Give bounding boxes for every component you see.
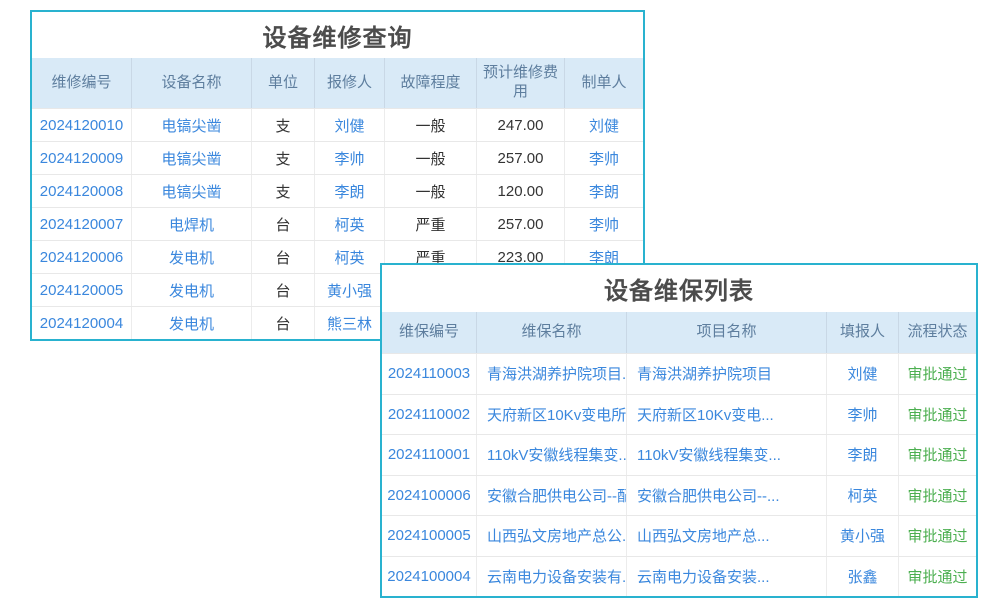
workflow-status-badge: 审批通过 bbox=[899, 395, 976, 435]
equipment-name-link[interactable]: 电焊机 bbox=[132, 208, 252, 240]
creator-link[interactable]: 李朗 bbox=[565, 175, 643, 207]
unit-cell: 台 bbox=[252, 307, 315, 339]
maintenance-name-link[interactable]: 山西弘文房地产总公... bbox=[477, 516, 627, 556]
repair-id-link[interactable]: 2024120004 bbox=[32, 307, 132, 339]
col-header-estimated-cost: 预计维修费用 bbox=[477, 58, 565, 108]
col-header-equipment-name: 设备名称 bbox=[132, 58, 252, 108]
maintenance-id-link[interactable]: 2024110002 bbox=[382, 395, 477, 435]
maintenance-id-link[interactable]: 2024110003 bbox=[382, 354, 477, 394]
col-header-filler: 填报人 bbox=[827, 312, 899, 353]
repair-id-link[interactable]: 2024120010 bbox=[32, 109, 132, 141]
workflow-status-badge: 审批通过 bbox=[899, 435, 976, 475]
unit-cell: 台 bbox=[252, 274, 315, 306]
reporter-link[interactable]: 李帅 bbox=[315, 142, 385, 174]
unit-cell: 支 bbox=[252, 142, 315, 174]
col-header-fault-level: 故障程度 bbox=[385, 58, 477, 108]
maintenance-table-header: 维保编号 维保名称 项目名称 填报人 流程状态 bbox=[382, 312, 976, 353]
table-row: 2024110001 110kV安徽线程集变... 110kV安徽线程集变...… bbox=[382, 434, 976, 475]
workflow-status-badge: 审批通过 bbox=[899, 557, 976, 597]
maintenance-name-link[interactable]: 云南电力设备安装有... bbox=[477, 557, 627, 597]
reporter-link[interactable]: 柯英 bbox=[315, 208, 385, 240]
col-header-unit: 单位 bbox=[252, 58, 315, 108]
maintenance-id-link[interactable]: 2024100004 bbox=[382, 557, 477, 597]
col-header-reporter: 报修人 bbox=[315, 58, 385, 108]
project-name-link[interactable]: 安徽合肥供电公司--... bbox=[627, 476, 827, 516]
creator-link[interactable]: 李帅 bbox=[565, 142, 643, 174]
maintenance-name-link[interactable]: 青海洪湖养护院项目... bbox=[477, 354, 627, 394]
unit-cell: 台 bbox=[252, 241, 315, 273]
col-header-project-name: 项目名称 bbox=[627, 312, 827, 353]
fault-level-cell: 一般 bbox=[385, 142, 477, 174]
repair-id-link[interactable]: 2024120008 bbox=[32, 175, 132, 207]
maintenance-name-link[interactable]: 天府新区10Kv变电所... bbox=[477, 395, 627, 435]
col-header-maintenance-name: 维保名称 bbox=[477, 312, 627, 353]
table-row: 2024120008 电镐尖凿 支 李朗 一般 120.00 李朗 bbox=[32, 174, 643, 207]
reporter-link[interactable]: 熊三林 bbox=[315, 307, 385, 339]
maintenance-name-link[interactable]: 安徽合肥供电公司--配... bbox=[477, 476, 627, 516]
filler-link[interactable]: 张鑫 bbox=[827, 557, 899, 597]
maintenance-list-panel: 设备维保列表 维保编号 维保名称 项目名称 填报人 流程状态 202411000… bbox=[380, 263, 978, 598]
creator-link[interactable]: 李帅 bbox=[565, 208, 643, 240]
table-row: 2024120010 电镐尖凿 支 刘健 一般 247.00 刘健 bbox=[32, 108, 643, 141]
unit-cell: 支 bbox=[252, 109, 315, 141]
unit-cell: 支 bbox=[252, 175, 315, 207]
table-row: 2024100006 安徽合肥供电公司--配... 安徽合肥供电公司--... … bbox=[382, 475, 976, 516]
filler-link[interactable]: 柯英 bbox=[827, 476, 899, 516]
repair-id-link[interactable]: 2024120006 bbox=[32, 241, 132, 273]
reporter-link[interactable]: 黄小强 bbox=[315, 274, 385, 306]
project-name-link[interactable]: 山西弘文房地产总... bbox=[627, 516, 827, 556]
col-header-workflow-status: 流程状态 bbox=[899, 312, 976, 353]
table-row: 2024110003 青海洪湖养护院项目... 青海洪湖养护院项目 刘健 审批通… bbox=[382, 353, 976, 394]
table-row: 2024120007 电焊机 台 柯英 严重 257.00 李帅 bbox=[32, 207, 643, 240]
cost-cell: 120.00 bbox=[477, 175, 565, 207]
table-row: 2024100004 云南电力设备安装有... 云南电力设备安装... 张鑫 审… bbox=[382, 556, 976, 597]
table-row: 2024120009 电镐尖凿 支 李帅 一般 257.00 李帅 bbox=[32, 141, 643, 174]
maintenance-id-link[interactable]: 2024110001 bbox=[382, 435, 477, 475]
reporter-link[interactable]: 柯英 bbox=[315, 241, 385, 273]
maintenance-id-link[interactable]: 2024100006 bbox=[382, 476, 477, 516]
cost-cell: 257.00 bbox=[477, 208, 565, 240]
equipment-name-link[interactable]: 发电机 bbox=[132, 274, 252, 306]
project-name-link[interactable]: 青海洪湖养护院项目 bbox=[627, 354, 827, 394]
repair-id-link[interactable]: 2024120005 bbox=[32, 274, 132, 306]
maintenance-name-link[interactable]: 110kV安徽线程集变... bbox=[477, 435, 627, 475]
maintenance-panel-title: 设备维保列表 bbox=[382, 265, 976, 312]
reporter-link[interactable]: 李朗 bbox=[315, 175, 385, 207]
workflow-status-badge: 审批通过 bbox=[899, 516, 976, 556]
creator-link[interactable]: 刘健 bbox=[565, 109, 643, 141]
equipment-name-link[interactable]: 发电机 bbox=[132, 241, 252, 273]
equipment-name-link[interactable]: 电镐尖凿 bbox=[132, 109, 252, 141]
project-name-link[interactable]: 天府新区10Kv变电... bbox=[627, 395, 827, 435]
filler-link[interactable]: 黄小强 bbox=[827, 516, 899, 556]
reporter-link[interactable]: 刘健 bbox=[315, 109, 385, 141]
table-row: 2024100005 山西弘文房地产总公... 山西弘文房地产总... 黄小强 … bbox=[382, 515, 976, 556]
project-name-link[interactable]: 云南电力设备安装... bbox=[627, 557, 827, 597]
equipment-name-link[interactable]: 发电机 bbox=[132, 307, 252, 339]
col-header-creator: 制单人 bbox=[565, 58, 643, 108]
maintenance-id-link[interactable]: 2024100005 bbox=[382, 516, 477, 556]
equipment-name-link[interactable]: 电镐尖凿 bbox=[132, 175, 252, 207]
workflow-status-badge: 审批通过 bbox=[899, 476, 976, 516]
project-name-link[interactable]: 110kV安徽线程集变... bbox=[627, 435, 827, 475]
col-header-repair-id: 维修编号 bbox=[32, 58, 132, 108]
workflow-status-badge: 审批通过 bbox=[899, 354, 976, 394]
col-header-maintenance-id: 维保编号 bbox=[382, 312, 477, 353]
repair-table-header: 维修编号 设备名称 单位 报修人 故障程度 预计维修费用 制单人 bbox=[32, 58, 643, 108]
cost-cell: 247.00 bbox=[477, 109, 565, 141]
fault-level-cell: 一般 bbox=[385, 109, 477, 141]
equipment-name-link[interactable]: 电镐尖凿 bbox=[132, 142, 252, 174]
filler-link[interactable]: 李帅 bbox=[827, 395, 899, 435]
repair-id-link[interactable]: 2024120007 bbox=[32, 208, 132, 240]
repair-panel-title: 设备维修查询 bbox=[32, 12, 643, 58]
fault-level-cell: 严重 bbox=[385, 208, 477, 240]
fault-level-cell: 一般 bbox=[385, 175, 477, 207]
cost-cell: 257.00 bbox=[477, 142, 565, 174]
filler-link[interactable]: 刘健 bbox=[827, 354, 899, 394]
table-row: 2024110002 天府新区10Kv变电所... 天府新区10Kv变电... … bbox=[382, 394, 976, 435]
filler-link[interactable]: 李朗 bbox=[827, 435, 899, 475]
repair-id-link[interactable]: 2024120009 bbox=[32, 142, 132, 174]
unit-cell: 台 bbox=[252, 208, 315, 240]
